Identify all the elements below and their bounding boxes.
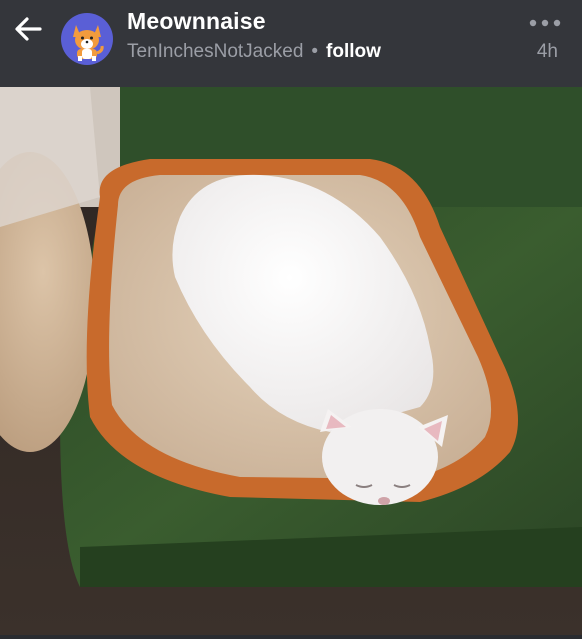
post-image[interactable] [0, 87, 582, 635]
back-arrow-icon[interactable] [10, 10, 50, 50]
follow-button[interactable]: follow [326, 41, 381, 62]
cat-on-bread-pillow-photo [0, 87, 582, 635]
username-link[interactable]: TenInchesNotJacked [127, 41, 303, 62]
post-age: 4h [536, 41, 558, 62]
channel-title[interactable]: Meownnaise [127, 8, 266, 35]
post-header: Meownnaise TenInchesNotJacked • follow 4h [0, 0, 582, 87]
separator-dot: • [311, 41, 319, 62]
corgi-avatar-icon [73, 25, 104, 61]
bottom-divider [0, 635, 582, 639]
more-dots-icon[interactable] [528, 14, 562, 32]
avatar[interactable] [61, 13, 113, 65]
post-meta: TenInchesNotJacked • follow [127, 41, 381, 63]
